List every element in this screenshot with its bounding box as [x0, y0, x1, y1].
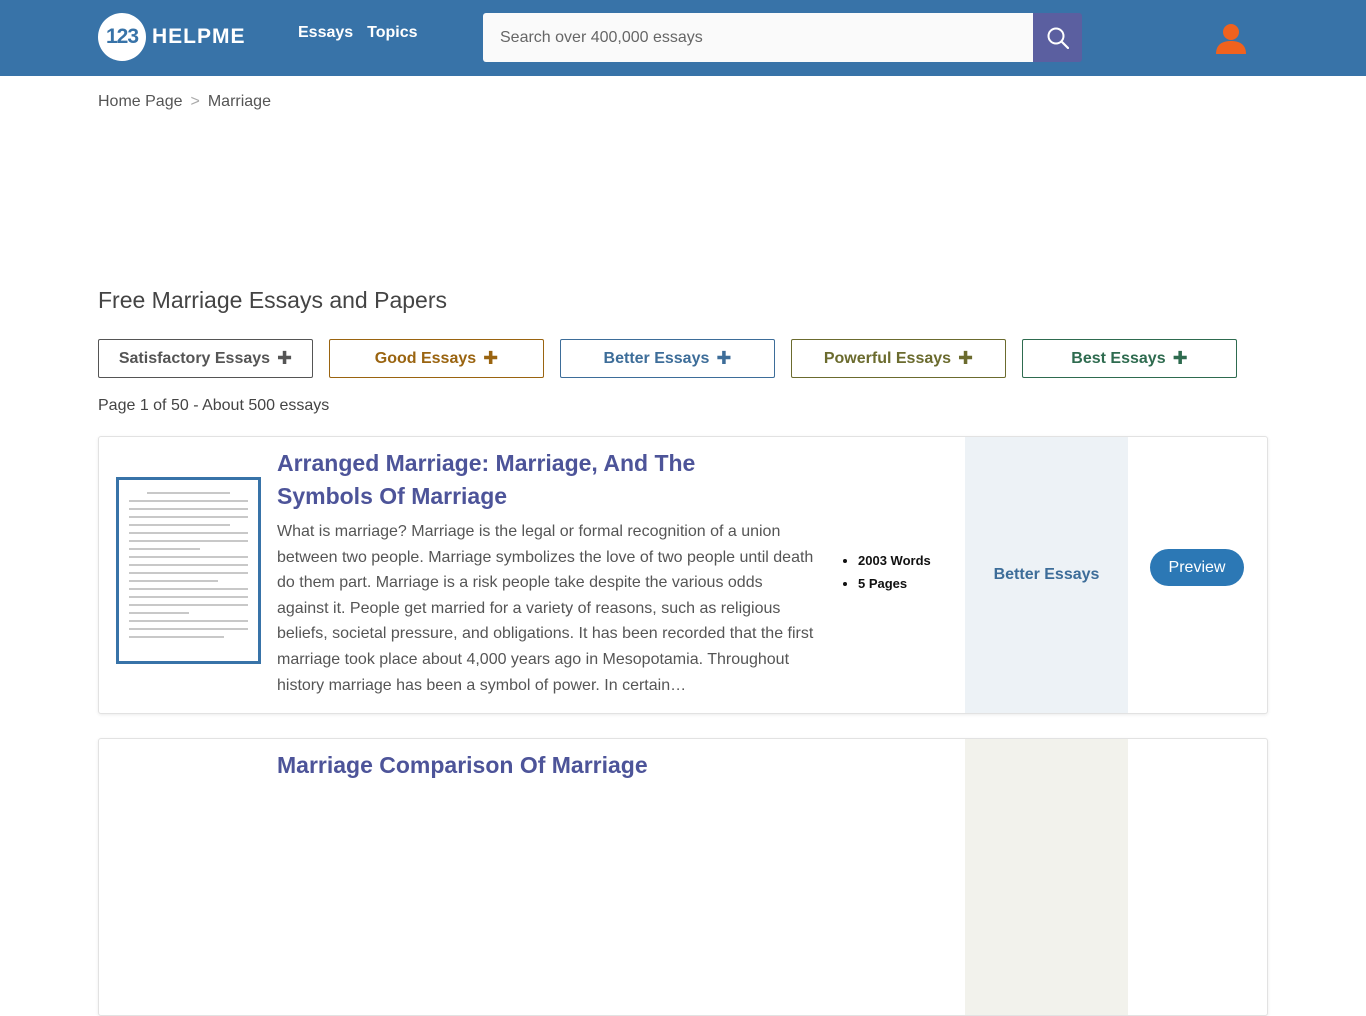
search-bar	[483, 13, 1082, 62]
filter-best-essays[interactable]: Best Essays ✚	[1022, 339, 1237, 378]
essay-title-link[interactable]: Marriage Comparison Of Marriage	[277, 749, 797, 782]
search-input[interactable]	[483, 13, 1033, 62]
logo-text: HELPME	[152, 25, 246, 48]
essay-grade-filters: Satisfactory Essays ✚ Good Essays ✚ Better…	[98, 339, 1237, 378]
search-icon	[1047, 27, 1069, 49]
page-title: Free Marriage Essays and Papers	[98, 287, 447, 313]
user-account-button[interactable]	[1214, 22, 1248, 56]
plus-icon: ✚	[1172, 348, 1188, 368]
plus-icon: ✚	[716, 348, 732, 368]
page-count: 5 Pages	[858, 576, 931, 591]
essay-stats: 2003 Words 5 Pages	[843, 553, 931, 599]
essay-grade-label: Better Essays	[965, 437, 1128, 713]
essay-grade-label	[965, 739, 1128, 1015]
filter-label: Best Essays	[1071, 349, 1166, 367]
plus-icon: ✚	[483, 348, 499, 368]
filter-better-essays[interactable]: Better Essays ✚	[560, 339, 775, 378]
filter-label: Good Essays	[374, 349, 477, 367]
filter-powerful-essays[interactable]: Powerful Essays ✚	[791, 339, 1006, 378]
user-icon	[1216, 24, 1246, 54]
word-count: 2003 Words	[858, 553, 931, 568]
filter-label: Better Essays	[603, 349, 710, 367]
plus-icon: ✚	[958, 348, 974, 368]
breadcrumb-current: Marriage	[207, 93, 271, 110]
header-bar: 123 HELPME Essays Topics	[0, 0, 1366, 76]
essay-title-link[interactable]: Arranged Marriage: Marriage, And The Sym…	[277, 447, 797, 513]
breadcrumb-separator: >	[190, 93, 200, 110]
essay-result-card: Arranged Marriage: Marriage, And The Sym…	[98, 436, 1268, 714]
breadcrumb: Home Page > Marriage	[98, 93, 271, 111]
search-button[interactable]	[1033, 13, 1082, 62]
essay-result-card: Marriage Comparison Of Marriage	[98, 738, 1268, 1016]
filter-label: Powerful Essays	[823, 349, 952, 367]
filter-label: Satisfactory Essays	[118, 349, 271, 367]
logo-badge: 123	[98, 13, 146, 61]
main-nav: Essays Topics	[298, 24, 418, 42]
filter-good-essays[interactable]: Good Essays ✚	[329, 339, 544, 378]
plus-icon: ✚	[277, 348, 293, 368]
filter-satisfactory-essays[interactable]: Satisfactory Essays ✚	[98, 339, 313, 378]
site-logo[interactable]: 123 HELPME	[98, 13, 246, 61]
breadcrumb-home[interactable]: Home Page	[98, 93, 183, 111]
essay-excerpt: What is marriage? Marriage is the legal …	[277, 523, 814, 694]
nav-essays[interactable]: Essays	[298, 24, 353, 42]
nav-topics[interactable]: Topics	[367, 24, 417, 42]
essay-thumbnail[interactable]	[116, 477, 261, 664]
preview-button[interactable]: Preview	[1150, 549, 1244, 586]
result-count: Page 1 of 50 - About 500 essays	[98, 397, 330, 414]
